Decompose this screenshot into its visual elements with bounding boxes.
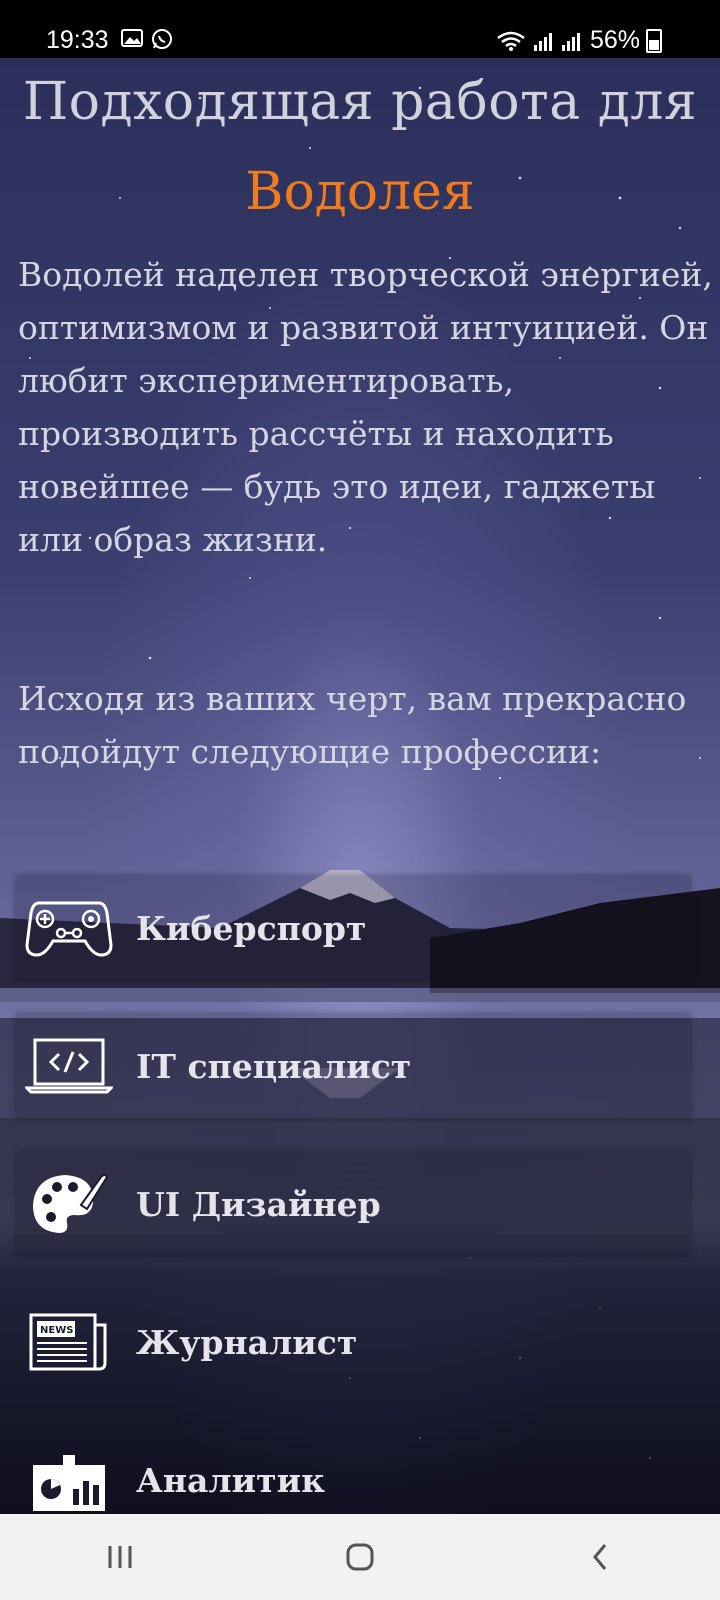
gamepad-icon [24, 893, 114, 963]
laptop-code-icon [24, 1031, 114, 1101]
profession-item-ui-designer[interactable]: UI Дизайнер [16, 1152, 690, 1256]
status-time: 19:33 [46, 26, 109, 54]
back-icon [593, 1544, 607, 1570]
main-content: Подходящая работа для Водолея Водолей на… [0, 58, 720, 1514]
zodiac-sign-title: Водолея [245, 162, 475, 222]
back-button[interactable] [570, 1527, 630, 1587]
description-text: Водолей наделен творческой энергией, опт… [18, 255, 713, 559]
signal-icon-2 [561, 32, 580, 51]
recent-apps-button[interactable] [90, 1527, 150, 1587]
system-nav-bar [0, 1514, 720, 1600]
battery-percent: 56% [589, 26, 640, 54]
profession-label: IT специалист [136, 1046, 412, 1086]
page-title: Подходящая работа для [22, 72, 698, 132]
profession-item-esports[interactable]: Киберспорт [16, 876, 690, 980]
home-button[interactable] [330, 1527, 390, 1587]
profession-item-it[interactable]: IT специалист [16, 1014, 690, 1118]
home-icon [346, 1543, 374, 1571]
profession-label: UI Дизайнер [136, 1184, 381, 1224]
palette-icon [24, 1169, 114, 1239]
svg-text:NEWS: NEWS [40, 1325, 73, 1336]
signal-icon [533, 32, 552, 51]
profession-label: Журналист [136, 1322, 358, 1362]
analytics-icon [24, 1445, 114, 1514]
whatsapp-icon [152, 29, 172, 49]
status-bar: 19:33 56% [0, 0, 720, 58]
intro-text: Исходя из ваших черт, вам прекрасно подо… [18, 679, 687, 771]
profession-label: Киберспорт [136, 908, 367, 948]
recent-apps-icon [108, 1546, 132, 1568]
newspaper-icon: NEWS [24, 1307, 114, 1377]
wifi-icon [497, 31, 525, 51]
gallery-icon [121, 29, 143, 47]
profession-label: Аналитик [136, 1460, 325, 1500]
battery-icon [646, 28, 662, 53]
profession-item-journalist[interactable]: NEWS Журналист [16, 1290, 690, 1394]
profession-item-analyst[interactable]: Аналитик [16, 1428, 690, 1514]
